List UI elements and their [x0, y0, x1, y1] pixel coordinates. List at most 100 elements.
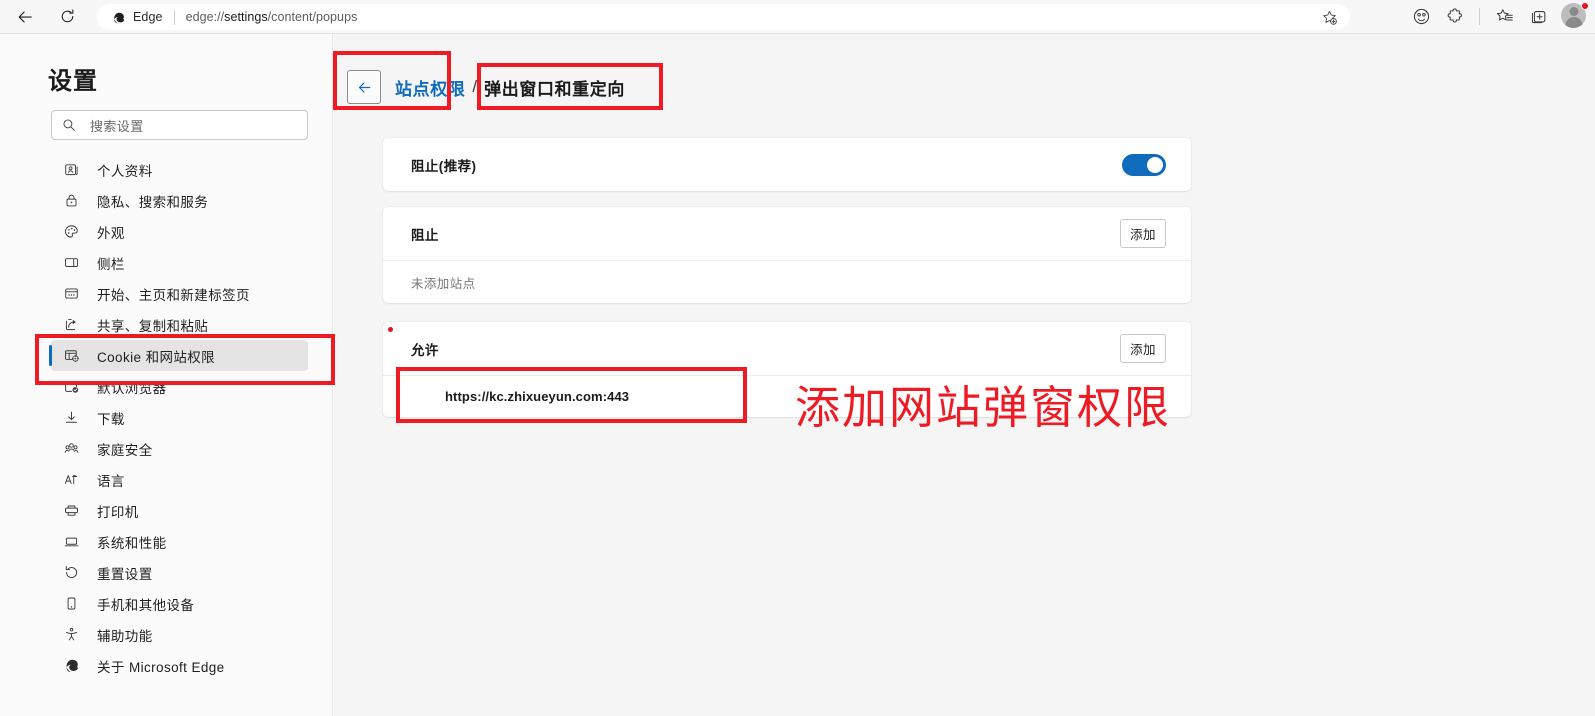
- breadcrumb-parent-link[interactable]: 站点权限: [395, 75, 465, 100]
- add-favorite-button[interactable]: [1321, 9, 1338, 26]
- collections-icon: [1531, 11, 1545, 24]
- sidebar-item-system-performance[interactable]: 系统和性能: [51, 526, 308, 557]
- download-icon: [60, 407, 82, 429]
- palette-icon: [60, 221, 82, 243]
- laptop-icon: [60, 531, 82, 553]
- edge-brand: Edge: [111, 10, 163, 25]
- sidebar-item-reset-settings[interactable]: 重置设置: [51, 557, 308, 588]
- address-bar-url[interactable]: edge://settings/content/popups: [186, 10, 1321, 24]
- edge-logo-icon: [60, 655, 82, 677]
- sidebar-item-privacy[interactable]: 隐私、搜索和服务: [51, 185, 308, 216]
- breadcrumb-separator: /: [472, 77, 478, 96]
- settings-sidebar: 设置 搜索设置 个人资料 隐私、搜索和服务 外观 侧栏 开始、主页和新建标签页 …: [0, 34, 333, 716]
- reset-icon: [60, 562, 82, 584]
- favorites-icon: [1496, 9, 1513, 21]
- sidebar-item-languages[interactable]: 语言: [51, 464, 308, 495]
- phone-icon: [60, 593, 82, 615]
- sidebar-item-phone-other-devices[interactable]: 手机和其他设备: [51, 588, 308, 619]
- settings-nav-list: 个人资料 隐私、搜索和服务 外观 侧栏 开始、主页和新建标签页 共享、复制和粘贴…: [0, 154, 333, 681]
- sidebar-item-label: 个人资料: [97, 163, 153, 179]
- sidebar-item-start-home-newtab[interactable]: 开始、主页和新建标签页: [51, 278, 308, 309]
- lock-icon: [60, 190, 82, 212]
- printer-icon: [60, 500, 82, 522]
- sidebar-item-label: 辅助功能: [97, 628, 153, 644]
- profile-notification-badge: [1581, 1, 1589, 10]
- block-popups-toggle[interactable]: [1122, 153, 1166, 176]
- accessibility-icon: [60, 624, 82, 646]
- edge-brand-label: Edge: [133, 10, 163, 24]
- allow-add-button[interactable]: 添加: [1120, 334, 1166, 363]
- sidebar-item-label: 开始、主页和新建标签页: [97, 287, 250, 303]
- sidebar-item-about-edge[interactable]: 关于 Microsoft Edge: [51, 650, 308, 681]
- search-placeholder: 搜索设置: [90, 118, 144, 134]
- sidebar-item-default-browser[interactable]: 默认浏览器: [51, 371, 308, 402]
- language-icon: [60, 469, 82, 491]
- add-favorite-icon: [1323, 10, 1337, 25]
- cookie-settings-icon: [60, 345, 82, 367]
- page-title: 设置: [48, 68, 98, 95]
- browser-window: Edge edge://settings/content/popups 设置 搜…: [0, 0, 1595, 716]
- back-arrow-icon: [358, 82, 370, 92]
- avatar-head: [1569, 6, 1578, 16]
- toolbar-divider: [1479, 8, 1480, 25]
- omnibox-divider: [173, 9, 175, 25]
- sidebar-item-label: 家庭安全: [97, 442, 153, 458]
- back-arrow-icon: [18, 10, 32, 23]
- reload-icon: [61, 9, 73, 23]
- sidebar-item-label: 下载: [97, 411, 125, 427]
- block-list-card: 阻止 添加 未添加站点: [383, 207, 1191, 303]
- sidebar-item-cookies-site-permissions[interactable]: Cookie 和网站权限: [49, 340, 308, 371]
- sidebar-item-label: Cookie 和网站权限: [97, 349, 216, 365]
- sidebar-item-label: 共享、复制和粘贴: [97, 318, 209, 334]
- sidebar-item-downloads[interactable]: 下载: [51, 402, 308, 433]
- extensions-icon: [1447, 8, 1462, 23]
- sidebar-panel-icon: [60, 252, 82, 274]
- address-bar[interactable]: Edge edge://settings/content/popups: [97, 4, 1350, 30]
- sidebar-item-label: 隐私、搜索和服务: [97, 194, 209, 210]
- sidebar-item-label: 默认浏览器: [97, 380, 167, 396]
- browser-essentials-button[interactable]: [1405, 3, 1437, 31]
- profile-button[interactable]: [1561, 1, 1589, 31]
- breadcrumb-back-button[interactable]: [347, 70, 381, 104]
- annotation-callout-text: 添加网站弹窗权限: [795, 381, 1172, 434]
- search-icon: [63, 119, 75, 131]
- sidebar-item-label: 手机和其他设备: [97, 597, 195, 613]
- sidebar-item-printers[interactable]: 打印机: [51, 495, 308, 526]
- extensions-button[interactable]: [1439, 3, 1471, 31]
- breadcrumb-current: 弹出窗口和重定向: [484, 79, 625, 99]
- breadcrumb: 站点权限 / 弹出窗口和重定向: [347, 70, 625, 104]
- sidebar-item-label: 打印机: [97, 504, 139, 520]
- sidebar-item-accessibility[interactable]: 辅助功能: [51, 619, 308, 650]
- sidebar-item-label: 重置设置: [97, 566, 153, 582]
- avatar-body: [1565, 16, 1582, 28]
- family-safety-icon: [60, 438, 82, 460]
- sidebar-item-label: 系统和性能: [97, 535, 167, 551]
- sidebar-item-appearance[interactable]: 外观: [51, 216, 308, 247]
- favorites-button[interactable]: [1488, 3, 1520, 31]
- block-empty-text: 未添加站点: [411, 276, 476, 291]
- sidebar-item-share-copy-paste[interactable]: 共享、复制和粘贴: [51, 309, 308, 340]
- share-icon: [60, 314, 82, 336]
- profile-card-icon: [60, 159, 82, 181]
- block-add-button[interactable]: 添加: [1120, 219, 1166, 248]
- browser-essentials-icon: [1413, 8, 1429, 25]
- default-browser-icon: [60, 376, 82, 398]
- block-recommended-label: 阻止(推荐): [411, 158, 477, 174]
- toggle-knob: [1147, 156, 1163, 173]
- allow-list-title: 允许: [411, 342, 439, 358]
- block-recommended-card: 阻止(推荐): [383, 138, 1191, 191]
- sidebar-item-family-safety[interactable]: 家庭安全: [51, 433, 308, 464]
- sidebar-item-sidebar[interactable]: 侧栏: [51, 247, 308, 278]
- sidebar-item-label: 关于 Microsoft Edge: [97, 659, 225, 675]
- edge-logo-icon: [114, 12, 125, 23]
- collections-button[interactable]: [1522, 3, 1554, 31]
- block-list-title: 阻止: [411, 227, 439, 243]
- reload-button[interactable]: [50, 2, 84, 32]
- allowed-site-url: https://kc.zhixueyun.com:443: [445, 389, 630, 404]
- back-button[interactable]: [8, 2, 42, 32]
- sidebar-item-label: 语言: [97, 473, 125, 489]
- sidebar-item-profile[interactable]: 个人资料: [51, 154, 308, 185]
- allow-card-red-dot: [388, 327, 393, 332]
- new-tab-page-icon: [60, 283, 82, 305]
- search-settings-input[interactable]: 搜索设置: [51, 110, 308, 140]
